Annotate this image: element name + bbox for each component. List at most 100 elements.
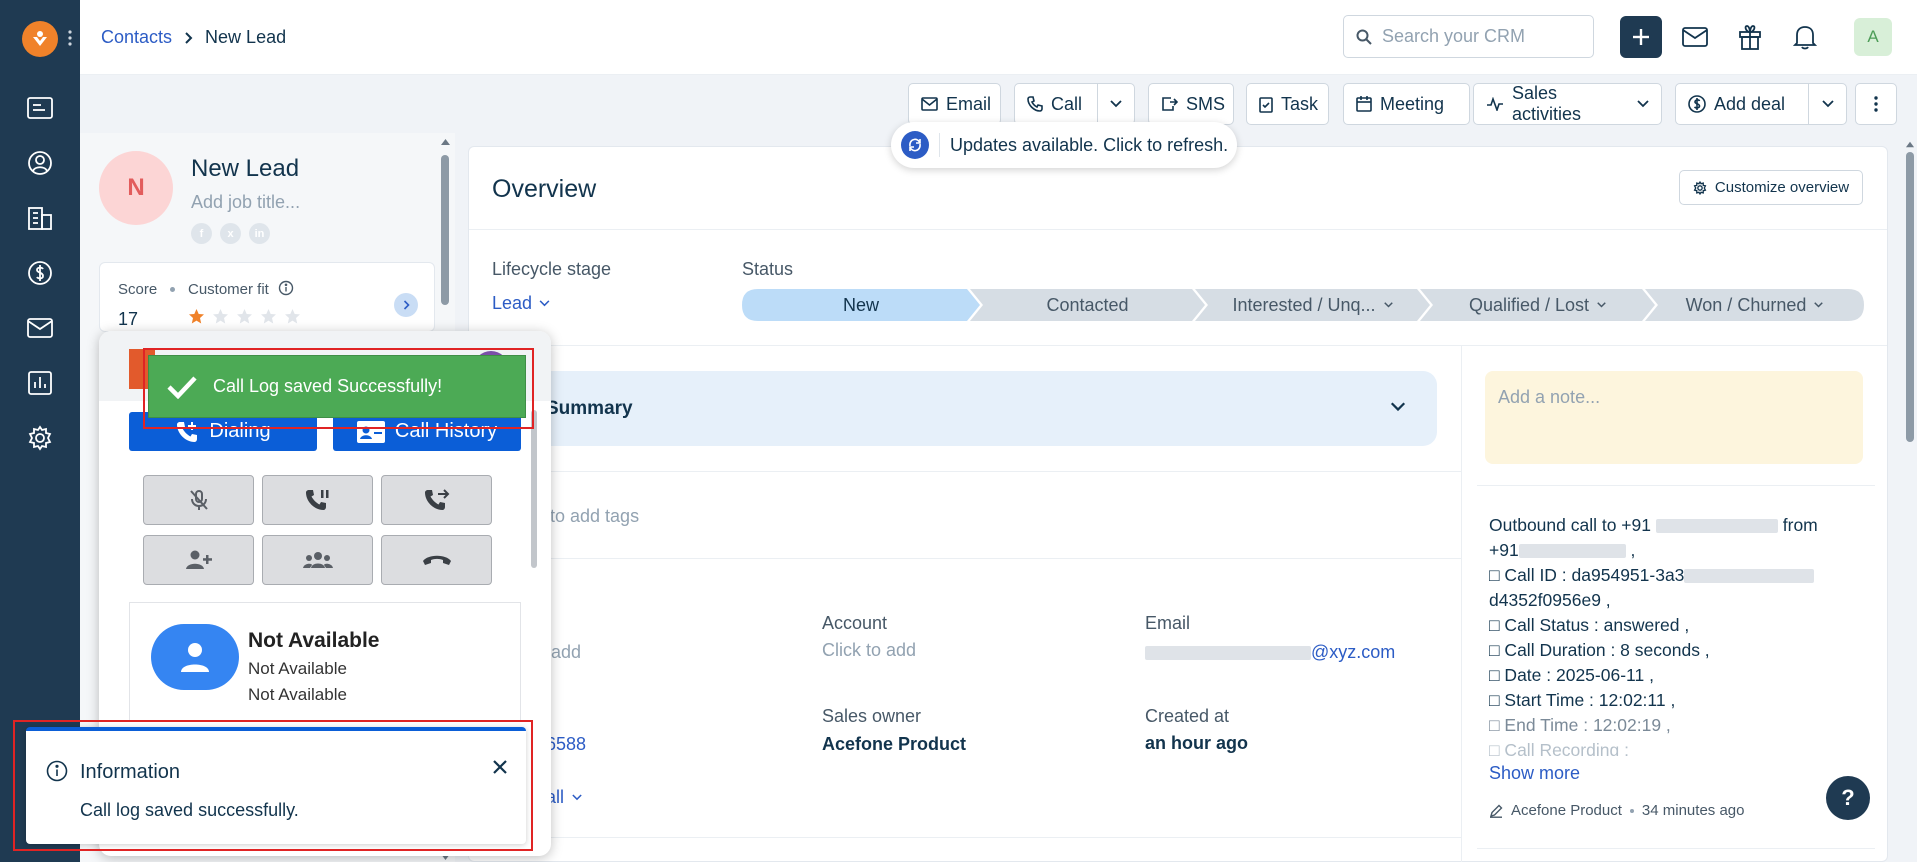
contact-avatar: N xyxy=(99,151,173,225)
activity-footer: Acefone Product 34 minutes ago xyxy=(1489,802,1744,819)
mail-icon xyxy=(921,97,938,111)
lifecycle-select[interactable]: Lead xyxy=(492,293,550,314)
created-at-value: an hour ago xyxy=(1145,733,1248,753)
star-empty-icon xyxy=(237,309,252,324)
breadcrumb-contacts-link[interactable]: Contacts xyxy=(101,27,172,48)
transfer-button[interactable] xyxy=(381,475,492,525)
chevron-right-icon xyxy=(184,31,193,44)
task-button[interactable]: Task xyxy=(1246,83,1329,125)
status-stage-won[interactable]: Won / Churned xyxy=(1645,290,1864,320)
dialer-contact-number: Not Available xyxy=(248,659,347,678)
summary-panel[interactable]: Summary xyxy=(520,371,1437,446)
person-icon xyxy=(151,624,239,690)
chevron-down-icon xyxy=(1110,100,1122,108)
calendar-icon xyxy=(1356,96,1372,112)
app-logo[interactable] xyxy=(22,21,58,57)
nav-contacts-icon[interactable] xyxy=(24,147,56,179)
add-tags-field[interactable]: k to add tags xyxy=(536,506,639,527)
chevron-down-icon xyxy=(1637,100,1649,108)
chevron-down-icon xyxy=(539,300,550,307)
email-button[interactable]: Email xyxy=(908,83,1001,125)
more-actions-button[interactable] xyxy=(1855,83,1897,125)
activity-line: □ Call ID : da954951-3a3 xyxy=(1489,565,1815,586)
help-button[interactable]: ? xyxy=(1826,776,1870,820)
search-icon xyxy=(1356,29,1372,45)
mail-icon[interactable] xyxy=(1680,22,1710,52)
status-stage-qualified[interactable]: Qualified / Lost xyxy=(1420,290,1655,320)
call-dropdown-button[interactable] xyxy=(1097,83,1135,125)
updates-banner[interactable]: Updates available. Click to refresh. xyxy=(891,122,1237,168)
show-more-link[interactable]: Show more xyxy=(1489,763,1580,784)
email-value[interactable]: @xyz.com xyxy=(1145,642,1395,663)
activity-line: □ Call Status : answered , xyxy=(1489,615,1690,635)
email-label: Email xyxy=(1145,613,1191,633)
hangup-button[interactable] xyxy=(381,535,492,585)
chevron-down-icon xyxy=(1383,302,1393,308)
activity-line: □ Date : 2025-06-11 , xyxy=(1489,665,1654,685)
person-add-icon xyxy=(185,549,213,571)
nav-mail-icon[interactable] xyxy=(24,312,56,344)
activity-line: □ Call Duration : 8 seconds , xyxy=(1489,640,1710,660)
add-participant-button[interactable] xyxy=(143,535,254,585)
user-avatar[interactable]: A xyxy=(1854,18,1892,56)
search-placeholder: Search your CRM xyxy=(1382,26,1526,46)
hold-button[interactable] xyxy=(262,475,373,525)
customize-overview-button[interactable]: Customize overview xyxy=(1679,170,1863,205)
nav-inbox-icon[interactable] xyxy=(24,92,56,124)
main-scrollbar[interactable] xyxy=(1905,140,1915,862)
sales-owner-label: Sales owner xyxy=(822,706,922,726)
meeting-button[interactable]: Meeting xyxy=(1343,83,1470,125)
nav-accounts-icon[interactable] xyxy=(24,202,56,234)
add-deal-dropdown-button[interactable] xyxy=(1808,83,1847,125)
divider xyxy=(469,837,1461,838)
chevron-down-icon xyxy=(572,794,582,801)
show-all-fields-link[interactable]: all xyxy=(546,787,582,808)
chevron-right-icon[interactable] xyxy=(394,293,418,317)
sms-button[interactable]: SMS xyxy=(1148,83,1234,125)
star-filled-icon xyxy=(189,309,204,324)
status-stage-new[interactable]: New xyxy=(742,290,980,320)
activity-icon xyxy=(1486,97,1504,111)
bell-icon[interactable] xyxy=(1790,22,1820,52)
activity-line: d4352f0956e9 , xyxy=(1489,590,1611,610)
pencil-icon xyxy=(1489,804,1503,818)
dialer-contact-card: Not Available Not Available Not Availabl… xyxy=(129,602,521,722)
nav-settings-icon[interactable] xyxy=(24,422,56,454)
info-icon[interactable] xyxy=(278,280,294,296)
contact-name[interactable]: New Lead xyxy=(191,155,299,183)
divider xyxy=(1477,848,1875,849)
add-deal-button[interactable]: Add deal xyxy=(1675,83,1809,125)
quick-add-button[interactable] xyxy=(1620,16,1662,58)
sales-owner-value[interactable]: Acefone Product xyxy=(822,734,966,755)
lifecycle-label: Lifecycle stage xyxy=(492,259,612,279)
job-title-field[interactable]: Add job title... xyxy=(191,192,300,213)
chevron-down-icon xyxy=(1597,302,1606,308)
mute-button[interactable] xyxy=(143,475,254,525)
customer-fit-label: Customer fit xyxy=(188,281,269,298)
sales-activities-button[interactable]: Sales activities xyxy=(1473,83,1662,125)
call-button[interactable]: Call xyxy=(1014,83,1098,125)
status-stage-interested[interactable]: Interested / Unq... xyxy=(1195,290,1430,320)
dialer-scrollbar[interactable] xyxy=(531,410,537,568)
linkedin-icon[interactable]: in xyxy=(249,223,270,244)
status-stage-contacted[interactable]: Contacted xyxy=(970,290,1205,320)
task-icon xyxy=(1259,96,1273,113)
conference-button[interactable] xyxy=(262,535,373,585)
refresh-icon xyxy=(901,131,929,159)
top-bar: Contacts New Lead Search your CRM A xyxy=(80,0,1917,75)
overview-title: Overview xyxy=(492,175,597,203)
more-dots-icon[interactable] xyxy=(68,30,72,46)
breadcrumb: Contacts New Lead xyxy=(101,27,286,48)
gift-icon[interactable] xyxy=(1735,22,1765,52)
phone-pause-icon xyxy=(305,488,331,512)
x-twitter-icon[interactable]: x xyxy=(220,223,241,244)
nav-deals-icon[interactable] xyxy=(24,257,56,289)
account-field[interactable]: Click to add xyxy=(822,640,916,661)
nav-reports-icon[interactable] xyxy=(24,367,56,399)
facebook-icon[interactable]: f xyxy=(191,223,212,244)
activity-line: Outbound call to +91 from xyxy=(1489,515,1818,535)
score-label: Score xyxy=(118,281,158,298)
add-note-field[interactable]: Add a note... xyxy=(1485,371,1863,464)
phone-hangup-icon xyxy=(422,553,452,567)
search-input[interactable]: Search your CRM xyxy=(1343,15,1594,58)
